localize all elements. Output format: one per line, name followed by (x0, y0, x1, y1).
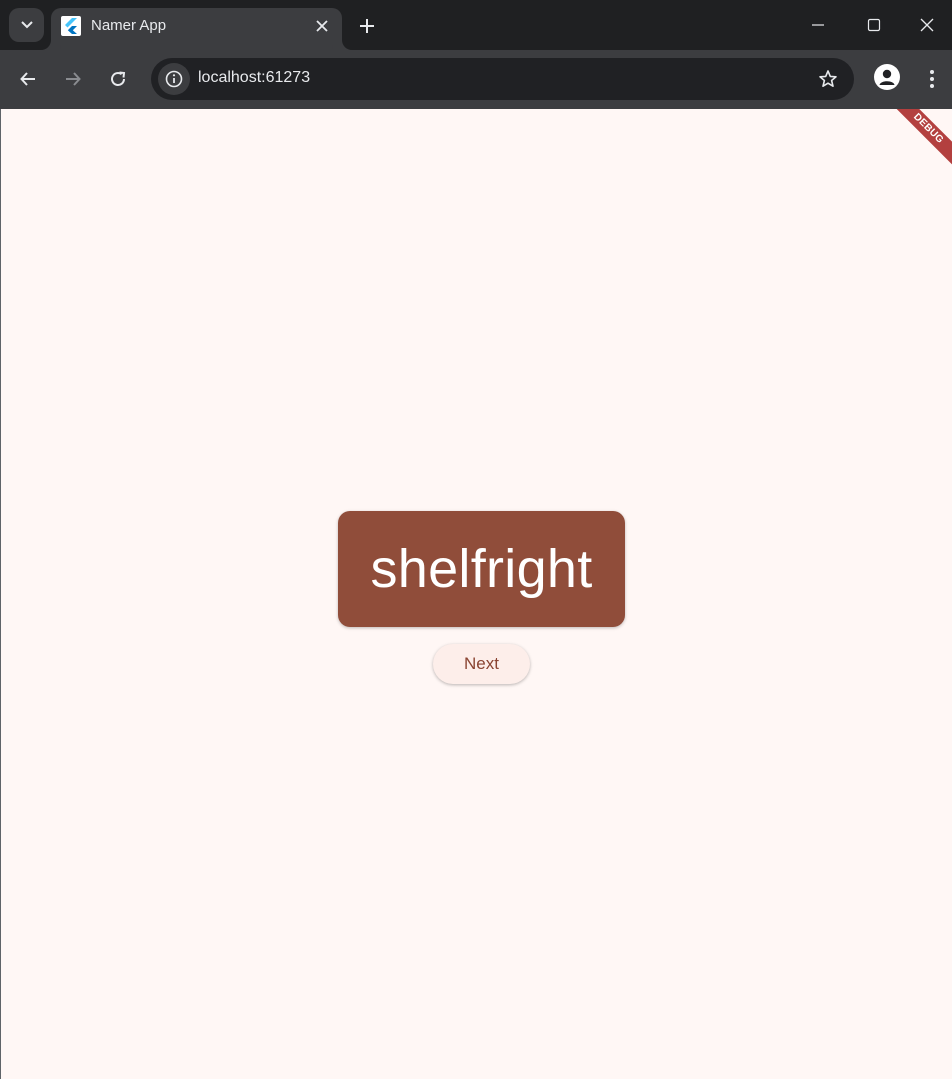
address-bar[interactable]: localhost:61273 (151, 58, 854, 100)
back-button[interactable] (12, 63, 44, 95)
forward-button[interactable] (57, 63, 89, 95)
tab-title: Namer App (91, 17, 167, 34)
browser-tab[interactable]: Namer App (51, 8, 342, 50)
info-icon[interactable] (158, 63, 190, 95)
word-pair-text: shelfright (370, 539, 593, 599)
minimize-icon (812, 24, 824, 26)
page-viewport: DEBUG shelfright Next (0, 109, 952, 1079)
reload-icon (111, 71, 126, 86)
flutter-logo-icon (61, 16, 81, 36)
arrow-left-icon (20, 72, 35, 86)
tab-strip: Namer App (0, 0, 952, 50)
maximize-icon (867, 18, 881, 32)
close-icon (920, 18, 934, 32)
plus-icon (360, 19, 374, 33)
next-button[interactable]: Next (433, 644, 530, 684)
reload-button[interactable] (102, 63, 134, 95)
browser-toolbar: localhost:61273 (0, 50, 952, 109)
arrow-right-icon (66, 72, 81, 86)
close-window-button[interactable] (902, 0, 952, 50)
person-icon[interactable] (874, 64, 900, 90)
debug-banner: DEBUG (886, 109, 952, 171)
url-text: localhost:61273 (198, 69, 311, 86)
chevron-down-icon (20, 21, 33, 29)
kebab-menu-icon[interactable] (920, 65, 944, 93)
minimize-button[interactable] (790, 0, 846, 50)
star-icon[interactable] (816, 67, 840, 91)
tab-search-button[interactable] (9, 8, 44, 42)
close-icon[interactable] (312, 16, 332, 36)
maximize-button[interactable] (846, 0, 902, 50)
new-tab-button[interactable] (353, 12, 381, 40)
word-pair-card: shelfright (338, 511, 625, 627)
